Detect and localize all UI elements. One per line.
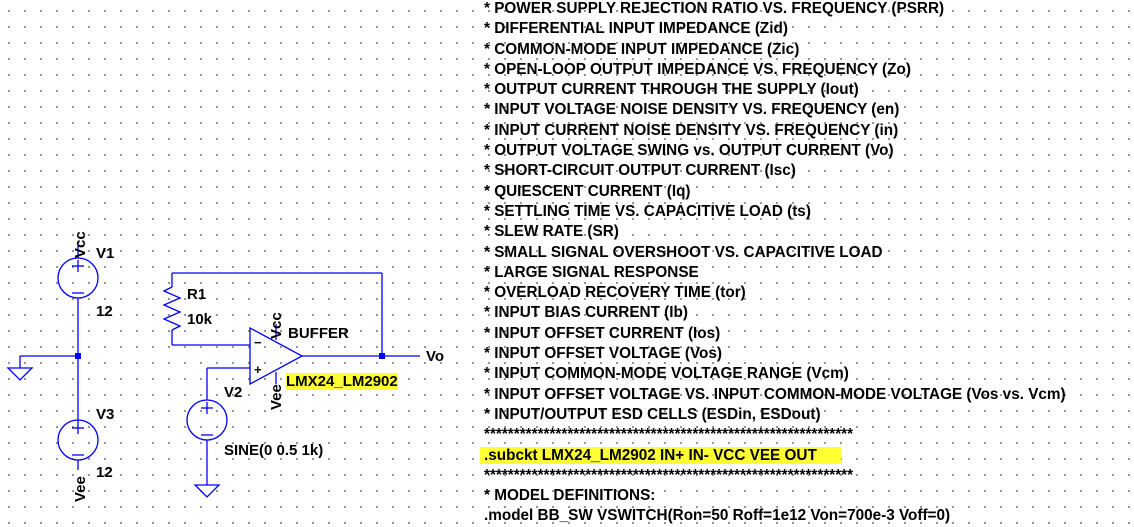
ground-symbol-v2 [193, 484, 221, 498]
spice-directive-text: * INPUT OFFSET CURRENT (Ios) [484, 324, 721, 342]
spice-directive-line: * COMMON-MODE INPUT IMPEDANCE (Zic) [484, 40, 1134, 60]
spice-directive-text: * OVERLOAD RECOVERY TIME (tor) [484, 284, 746, 302]
spice-directive-line: * MODEL DEFINITIONS: [484, 486, 1134, 506]
junction-node-output [379, 353, 385, 359]
net-label-vcc-opamp[interactable]: Vcc [268, 312, 286, 339]
spice-directive-line: ****************************************… [484, 425, 1134, 445]
spice-directive-text: * SHORT-CIRCUIT OUTPUT CURRENT (Isc) [484, 162, 796, 180]
spice-directive-text: * INPUT VOLTAGE NOISE DENSITY VS. FREQUE… [484, 101, 900, 119]
opamp-plus-sign: + [254, 362, 262, 377]
spice-directive-line: * INPUT BIAS CURRENT (Ib) [484, 303, 1134, 323]
spice-directive-line: * INPUT OFFSET CURRENT (Ios) [484, 324, 1134, 344]
spice-directive-line: * INPUT VOLTAGE NOISE DENSITY VS. FREQUE… [484, 100, 1134, 120]
spice-directive-text: * INPUT OFFSET VOLTAGE (Vos) [484, 345, 722, 363]
net-label-vee-v3[interactable]: Vee [72, 476, 90, 502]
spice-directive-text: * MODEL DEFINITIONS: [484, 487, 656, 505]
spice-directive-block[interactable]: * POWER SUPPLY REJECTION RATIO VS. FREQU… [480, 0, 1134, 527]
net-label-vcc-v1[interactable]: Vcc [72, 231, 90, 258]
spice-directive-line: * INPUT COMMON-MODE VOLTAGE RANGE (Vcm) [484, 364, 1134, 384]
spice-directive-line: * QUIESCENT CURRENT (Iq) [484, 182, 1134, 202]
spice-directive-line: * SHORT-CIRCUIT OUTPUT CURRENT (Isc) [484, 161, 1134, 181]
spice-directive-line: .subckt LMX24_LM2902 IN+ IN- VCC VEE OUT [480, 446, 1134, 466]
spice-directive-line: * POWER SUPPLY REJECTION RATIO VS. FREQU… [484, 0, 1134, 19]
spice-directive-text: * INPUT COMMON-MODE VOLTAGE RANGE (Vcm) [484, 365, 849, 383]
spice-directive-line: * OUTPUT CURRENT THROUGH THE SUPPLY (Iou… [484, 80, 1134, 100]
ground-symbol-left [6, 367, 34, 381]
opamp-model-label[interactable]: LMX24_LM2902 [286, 373, 398, 391]
spice-directive-text: * INPUT BIAS CURRENT (Ib) [484, 304, 688, 322]
spice-directive-line: * OVERLOAD RECOVERY TIME (tor) [484, 283, 1134, 303]
spice-directive-line: * SETTLING TIME VS. CAPACITIVE LOAD (ts) [484, 202, 1134, 222]
spice-directive-text: .model BB_SW VSWITCH(Ron=50 Roff=1e12 Vo… [484, 507, 951, 525]
v3-name-label[interactable]: V3 [96, 406, 114, 424]
v1-name-label[interactable]: V1 [96, 245, 114, 263]
r1-resistor-symbol[interactable] [162, 286, 182, 331]
spice-directive-text: * COMMON-MODE INPUT IMPEDANCE (Zic) [484, 40, 800, 58]
spice-directive-text: * QUIESCENT CURRENT (Iq) [484, 182, 691, 200]
spice-directive-text: * POWER SUPPLY REJECTION RATIO VS. FREQU… [484, 0, 945, 17]
v3-value-label[interactable]: 12 [96, 464, 113, 482]
spice-directive-text: * INPUT/OUTPUT ESD CELLS (ESDin, ESDout) [484, 405, 821, 423]
spice-directive-line: * OPEN-LOOP OUTPUT IMPEDANCE VS. FREQUEN… [484, 60, 1134, 80]
spice-directive-text: * LARGE SIGNAL RESPONSE [484, 263, 699, 281]
spice-directive-line: * INPUT OFFSET VOLTAGE VS. INPUT COMMON-… [484, 385, 1134, 405]
output-net-label[interactable]: Vo [426, 348, 444, 366]
spice-directive-text: * OUTPUT VOLTAGE SWING vs. OUTPUT CURREN… [484, 142, 894, 160]
opamp-instance-label[interactable]: BUFFER [288, 325, 349, 343]
spice-directive-line: * LARGE SIGNAL RESPONSE [484, 263, 1134, 283]
spice-directive-text: * SETTLING TIME VS. CAPACITIVE LOAD (ts) [484, 202, 811, 220]
r1-value-label[interactable]: 10k [187, 311, 212, 329]
opamp-model-text: LMX24_LM2902 [286, 373, 398, 390]
v2-value-label[interactable]: SINE(0 0.5 1k) [224, 442, 323, 460]
spice-directive-text: * SMALL SIGNAL OVERSHOOT VS. CAPACITIVE … [484, 243, 883, 261]
spice-directive-line: * INPUT CURRENT NOISE DENSITY VS. FREQUE… [484, 121, 1134, 141]
junction-node-supply [75, 353, 81, 359]
net-label-vee-opamp[interactable]: Vee [268, 384, 286, 410]
spice-directive-text: * INPUT CURRENT NOISE DENSITY VS. FREQUE… [484, 121, 899, 139]
opamp-minus-sign: − [254, 335, 262, 350]
v1-value-label[interactable]: 12 [96, 303, 113, 321]
spice-directive-line: ****************************************… [484, 466, 1134, 486]
spice-directive-line: * INPUT OFFSET VOLTAGE (Vos) [484, 344, 1134, 364]
spice-directive-line: * SMALL SIGNAL OVERSHOOT VS. CAPACITIVE … [484, 243, 1134, 263]
spice-directive-text: ****************************************… [484, 426, 854, 444]
spice-directive-line: * SLEW RATE (SR) [484, 222, 1134, 242]
spice-directive-text: * SLEW RATE (SR) [484, 223, 619, 241]
spice-directive-line: * OUTPUT VOLTAGE SWING vs. OUTPUT CURREN… [484, 141, 1134, 161]
r1-name-label[interactable]: R1 [187, 286, 206, 304]
spice-directive-line: * INPUT/OUTPUT ESD CELLS (ESDin, ESDout) [484, 405, 1134, 425]
v2-name-label[interactable]: V2 [224, 384, 242, 402]
spice-directive-line: .model BB_SW VSWITCH(Ron=50 Roff=1e12 Vo… [484, 506, 1134, 526]
spice-directive-text: * DIFFERENTIAL INPUT IMPEDANCE (Zid) [484, 20, 788, 38]
spice-directive-text: .subckt LMX24_LM2902 IN+ IN- VCC VEE OUT [480, 446, 841, 464]
spice-directive-text: * OPEN-LOOP OUTPUT IMPEDANCE VS. FREQUEN… [484, 60, 911, 78]
spice-directive-text: * OUTPUT CURRENT THROUGH THE SUPPLY (Iou… [484, 81, 859, 99]
spice-directive-text: ****************************************… [484, 466, 854, 484]
spice-directive-text: * INPUT OFFSET VOLTAGE VS. INPUT COMMON-… [484, 385, 1066, 403]
spice-directive-line: * DIFFERENTIAL INPUT IMPEDANCE (Zid) [484, 19, 1134, 39]
